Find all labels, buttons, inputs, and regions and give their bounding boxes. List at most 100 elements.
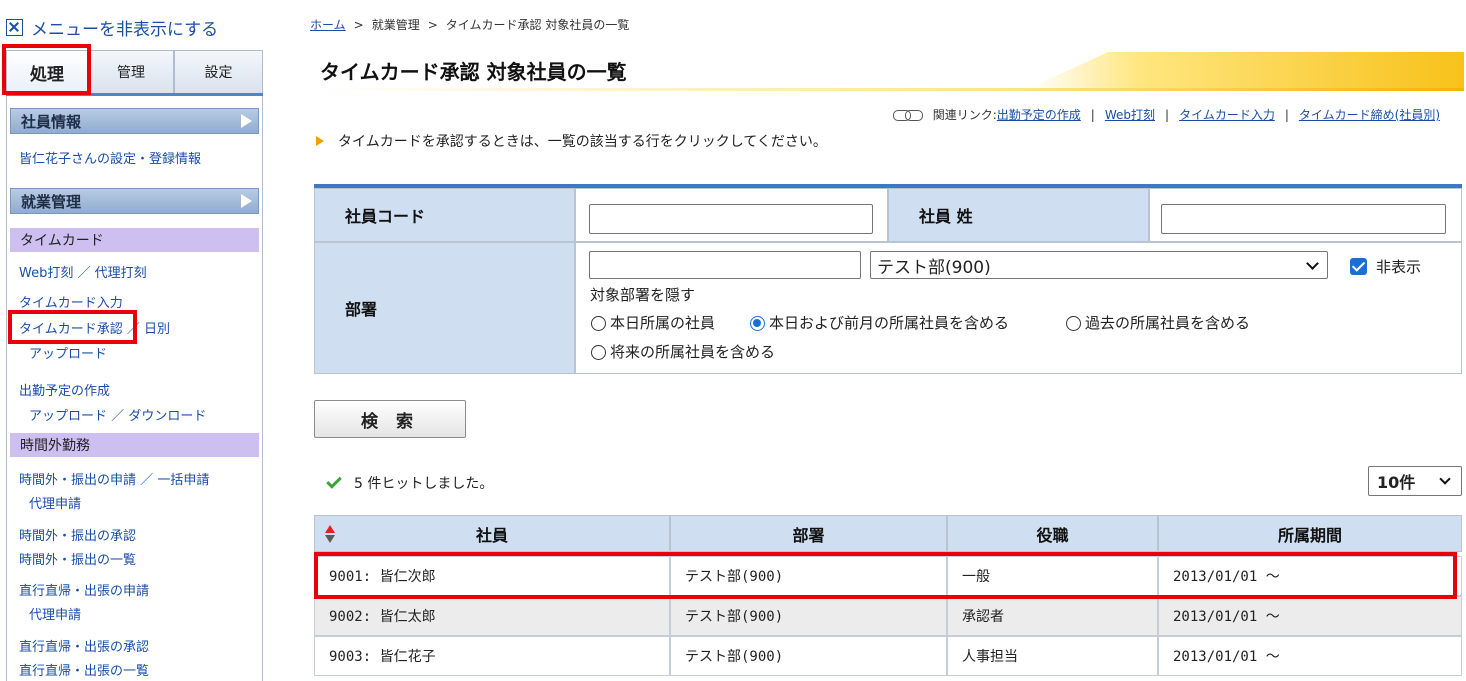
separator: | bbox=[1284, 107, 1289, 122]
expand-arrow-icon bbox=[241, 114, 252, 128]
page-title: タイムカード承認 対象社員の一覧 bbox=[320, 60, 627, 84]
section-work-management-label: 就業管理 bbox=[21, 192, 82, 211]
separator: | bbox=[1165, 107, 1170, 122]
separator: ／ bbox=[126, 322, 140, 337]
link-schedule-upload[interactable]: アップロード bbox=[29, 409, 107, 424]
last-name-input[interactable] bbox=[1161, 204, 1446, 234]
sort-icon[interactable] bbox=[325, 525, 335, 545]
timecard-links-row: Web打刻 ／ 代理打刻 bbox=[19, 262, 147, 281]
related-link-web-punch[interactable]: Web打刻 bbox=[1105, 106, 1155, 123]
subsection-timecard: タイムカード bbox=[10, 228, 259, 252]
breadcrumb: ホーム > 就業管理 > タイムカード承認 対象社員の一覧 bbox=[310, 16, 629, 33]
link-my-settings[interactable]: 皆仁花子さんの設定・登録情報 bbox=[19, 148, 201, 167]
link-daily[interactable]: 日別 bbox=[144, 322, 170, 337]
sidebar: メニューを非表示にする 処理 管理 設定 社員情報 皆仁花子さんの設定・登録情報… bbox=[0, 0, 264, 681]
section-employee-info-label: 社員情報 bbox=[21, 112, 82, 131]
column-header-employee-label: 社員 bbox=[475, 525, 508, 545]
column-header-period: 所属期間 bbox=[1158, 515, 1462, 552]
link-schedule-create[interactable]: 出勤予定の作成 bbox=[19, 380, 110, 399]
radio-include-last-month-label: 本日および前月の所属社員を含める bbox=[769, 314, 1010, 332]
sidebar-menu-panel: 社員情報 皆仁花子さんの設定・登録情報 就業管理 タイムカード Web打刻 ／ … bbox=[6, 96, 263, 681]
search-button[interactable]: 検 索 bbox=[314, 400, 466, 438]
cell-employee: 9001: 皆仁次郎 bbox=[314, 556, 670, 596]
link-overtime-list[interactable]: 時間外・振出の一覧 bbox=[19, 549, 136, 568]
instruction-text: タイムカードを承認するときは、一覧の該当する行をクリックしてください。 bbox=[338, 134, 827, 150]
related-link-timecard-input[interactable]: タイムカード入力 bbox=[1179, 106, 1275, 123]
hide-checkbox[interactable] bbox=[1350, 258, 1367, 275]
separator: ／ bbox=[77, 266, 91, 281]
expand-arrow-icon bbox=[241, 194, 252, 208]
link-bulk-request[interactable]: 一括申請 bbox=[157, 473, 209, 488]
cell-dept: テスト部(900) bbox=[670, 556, 947, 596]
link-timecard-approval[interactable]: タイムカード承認 bbox=[19, 322, 123, 337]
tab-settings[interactable]: 設定 bbox=[174, 50, 263, 93]
sidebar-tabs: 処理 管理 設定 bbox=[6, 50, 263, 96]
breadcrumb-home[interactable]: ホーム bbox=[310, 18, 346, 32]
cell-employee: 9002: 皆仁太郎 bbox=[314, 596, 670, 636]
breadcrumb-work-mgmt: 就業管理 bbox=[371, 18, 420, 32]
hit-count: 5 件ヒットしました。 bbox=[326, 473, 493, 493]
related-link-timecard-close[interactable]: タイムカード締め(社員別) bbox=[1299, 106, 1440, 123]
tab-process[interactable]: 処理 bbox=[6, 50, 88, 93]
link-timecard-input[interactable]: タイムカード入力 bbox=[19, 292, 123, 311]
hide-dept-text: 対象部署を隠す bbox=[590, 286, 696, 304]
related-links-label: 関連リンク: bbox=[932, 108, 997, 122]
cell-position: 一般 bbox=[947, 556, 1158, 596]
title-underline bbox=[314, 88, 1464, 91]
tab-manage[interactable]: 管理 bbox=[88, 50, 174, 93]
dept-select[interactable]: テスト部(900) bbox=[870, 251, 1328, 279]
radio-include-last-month[interactable] bbox=[750, 316, 765, 331]
section-work-management[interactable]: 就業管理 bbox=[10, 188, 259, 214]
column-header-dept: 部署 bbox=[670, 515, 947, 552]
link-trip-list[interactable]: 直行直帰・出張の一覧 bbox=[19, 660, 149, 679]
section-employee-info[interactable]: 社員情報 bbox=[10, 108, 259, 134]
link-trip-approval[interactable]: 直行直帰・出張の承認 bbox=[19, 636, 149, 655]
related-link-schedule[interactable]: 出勤予定の作成 bbox=[997, 106, 1081, 123]
link-chain-icon bbox=[892, 109, 923, 121]
radio-include-future[interactable] bbox=[591, 345, 606, 360]
hide-menu-label: メニューを非表示にする bbox=[31, 19, 219, 40]
cell-period: 2013/01/01 ～ bbox=[1158, 596, 1462, 636]
cell-period: 2013/01/01 ～ bbox=[1158, 556, 1462, 596]
overtime-request-row: 時間外・振出の申請 ／ 一括申請 bbox=[19, 469, 209, 488]
link-schedule-download[interactable]: ダウンロード bbox=[128, 409, 206, 424]
radio-include-future-label: 将来の所属社員を含める bbox=[610, 343, 776, 361]
per-page-value: 10件 bbox=[1377, 473, 1416, 492]
separator: ／ bbox=[111, 409, 125, 424]
search-form: 社員コード 社員 姓 部署 テスト部(900) 非表示 対象部署を隠す 本日所属… bbox=[314, 184, 1462, 374]
cell-employee: 9003: 皆仁花子 bbox=[314, 636, 670, 676]
breadcrumb-separator: > bbox=[353, 18, 364, 32]
emp-code-input[interactable] bbox=[589, 204, 873, 234]
link-web-punch[interactable]: Web打刻 bbox=[19, 266, 73, 281]
instruction: タイムカードを承認するときは、一覧の該当する行をクリックしてください。 bbox=[316, 131, 827, 151]
link-overtime-proxy[interactable]: 代理申請 bbox=[29, 493, 81, 512]
related-links: 関連リンク: 出勤予定の作成 | Web打刻 | タイムカード入力 | タイムカ… bbox=[892, 106, 1440, 123]
dept-code-input[interactable] bbox=[589, 251, 861, 279]
link-proxy-punch[interactable]: 代理打刻 bbox=[95, 266, 147, 281]
per-page-select[interactable]: 10件 bbox=[1368, 466, 1462, 496]
link-overtime-request[interactable]: 時間外・振出の申請 bbox=[19, 473, 136, 488]
radio-current-members[interactable] bbox=[591, 316, 606, 331]
cell-dept: テスト部(900) bbox=[670, 636, 947, 676]
chevron-down-icon bbox=[1439, 473, 1451, 485]
bullet-triangle-icon bbox=[316, 136, 324, 146]
title-decoration bbox=[1030, 52, 1464, 88]
hide-menu-toggle[interactable]: メニューを非表示にする bbox=[6, 14, 218, 40]
cell-period: 2013/01/01 ～ bbox=[1158, 636, 1462, 676]
close-box-icon bbox=[6, 18, 23, 36]
hide-label: 非表示 bbox=[1376, 258, 1422, 276]
breadcrumb-current: タイムカード承認 対象社員の一覧 bbox=[445, 18, 630, 32]
emp-code-label: 社員コード bbox=[314, 188, 575, 242]
link-trip-proxy[interactable]: 代理申請 bbox=[29, 604, 81, 623]
checkmark-icon bbox=[326, 473, 342, 489]
radio-include-past[interactable] bbox=[1066, 316, 1081, 331]
link-trip-request[interactable]: 直行直帰・出張の申請 bbox=[19, 580, 149, 599]
link-overtime-approval[interactable]: 時間外・振出の承認 bbox=[19, 525, 136, 544]
last-name-label: 社員 姓 bbox=[888, 188, 1149, 242]
radio-current-members-label: 本日所属の社員 bbox=[610, 314, 716, 332]
subsection-overtime: 時間外勤務 bbox=[10, 433, 259, 457]
breadcrumb-separator: > bbox=[427, 18, 438, 32]
link-timecard-upload[interactable]: アップロード bbox=[29, 343, 107, 362]
column-header-position: 役職 bbox=[947, 515, 1158, 552]
column-header-employee[interactable]: 社員 bbox=[314, 515, 670, 552]
